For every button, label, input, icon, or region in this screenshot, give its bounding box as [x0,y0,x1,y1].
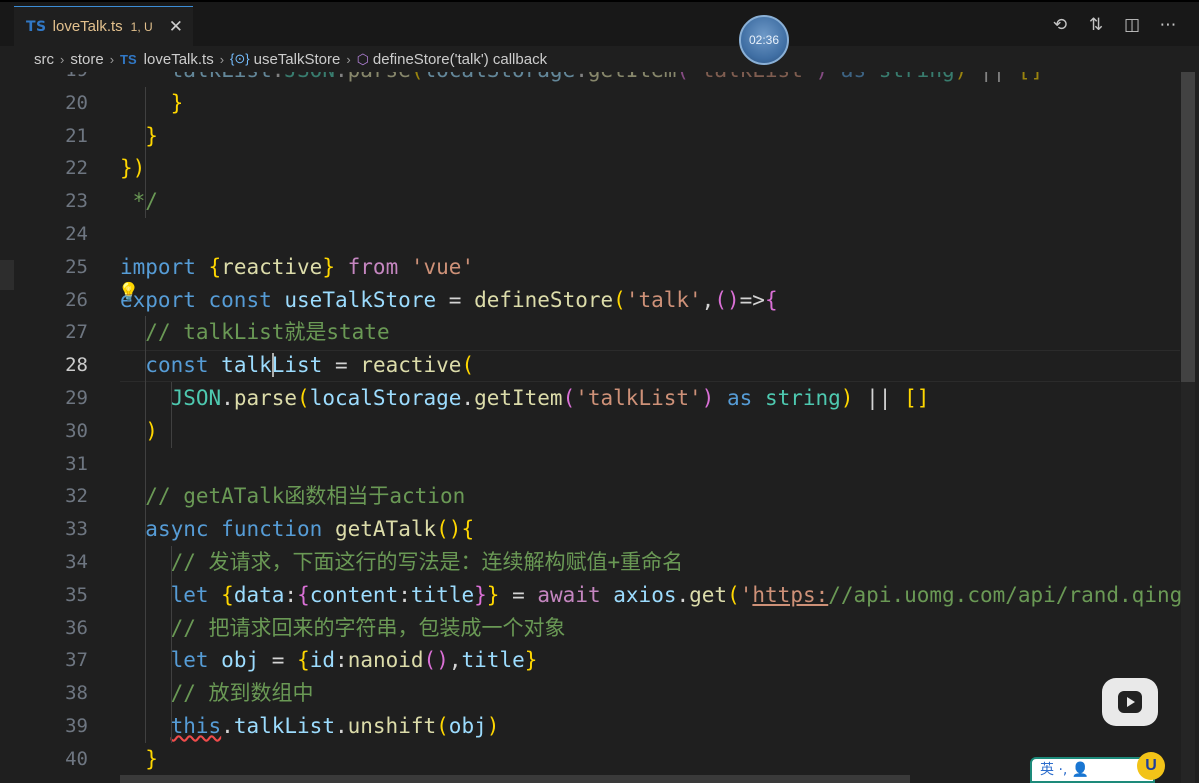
code-line[interactable]: let {data:{content:title}} = await axios… [120,579,1190,612]
code-line[interactable]: this.talkList.unshift(obj) [120,710,500,743]
breadcrumb-file[interactable]: loveTalk.ts [144,51,214,68]
line-number: 23 [65,190,88,213]
lightbulb-icon[interactable]: 💡 [118,282,139,302]
line-number: 32 [65,485,88,508]
code-line[interactable]: ) [120,415,158,448]
line-number: 22 [65,157,88,180]
scrollbar-thumb[interactable] [1181,72,1195,382]
code-line[interactable]: let obj = {id:nanoid(),title} [120,644,538,677]
indent-guide [144,316,146,743]
code-line[interactable]: } [120,120,158,153]
code-line[interactable]: talkList:JSON.parse(localStorage.getItem… [120,72,1044,87]
line-number-gutter: 19 20 21 22 23 24 25 26 27 28 29 30 31 32 33 34 35 36 37 38… [0,72,110,783]
code-line[interactable]: import {reactive} from 'vue' [120,251,474,284]
editor-actions: ⟲ ⇅ ◫ ⋯ [1049,14,1179,36]
ime-indicator[interactable]: 英 ·, 👤 [1030,757,1155,783]
variable-symbol-icon: {⊙} [230,51,250,66]
code-line[interactable]: // 发请求，下面这行的写法是：连续解构赋值+重命名 [120,546,684,579]
breadcrumb: src › store › TS loveTalk.ts › {⊙} useTa… [0,46,1199,72]
indent-guide [171,546,172,743]
chevron-right-icon: › [346,51,351,67]
line-number: 26 [65,288,88,311]
horizontal-scrollbar[interactable] [120,775,910,783]
indent-guide [144,86,146,218]
typescript-icon: TS [26,18,47,35]
breadcrumb-src[interactable]: src [34,51,54,68]
line-number: 29 [65,387,88,409]
tab-status: 1, U [130,19,153,34]
line-number: 39 [65,715,88,737]
indent-guide [171,382,172,448]
line-number: 36 [65,616,88,639]
timeline-icon[interactable]: ⟲ [1049,14,1071,36]
code-line[interactable]: */ [120,185,158,218]
line-number: 35 [65,583,88,606]
chevron-right-icon: › [109,51,115,67]
tab-filename: loveTalk.ts [52,18,123,35]
line-number: 31 [65,452,88,475]
line-number: 34 [65,551,88,573]
chevron-right-icon: › [60,51,65,67]
code-line[interactable]: // talkList就是state [120,316,389,349]
line-number: 24 [65,223,88,245]
line-number: 38 [65,682,88,705]
close-icon[interactable]: ✕ [169,17,183,37]
code-line[interactable]: // 放到数组中 [120,677,314,710]
breadcrumb-symbol[interactable]: useTalkStore [254,51,341,68]
code-line[interactable]: // getATalk函数相当于action [120,480,465,513]
tab-lovetalk[interactable]: TS loveTalk.ts 1, U ✕ [14,6,193,46]
line-number: 25 [65,255,88,278]
editor-tab-bar: TS loveTalk.ts 1, U ✕ ⟲ ⇅ ◫ ⋯ [0,0,1199,46]
text-cursor [271,353,274,378]
typescript-icon: TS [120,51,137,67]
line-number: 28 [65,354,88,377]
line-number: 19 [8,72,88,87]
line-number: 21 [65,124,88,147]
line-number: 33 [65,518,88,541]
uo-badge: U [1137,752,1165,780]
line-number: 20 [65,91,88,114]
code-line[interactable]: } [120,87,184,120]
more-actions-icon[interactable]: ⋯ [1157,14,1179,36]
code-line[interactable]: } [120,743,158,776]
code-line[interactable]: }) [120,152,145,185]
recording-timer: 02:36 [739,15,789,65]
line-number: 37 [65,649,88,672]
split-editor-icon[interactable]: ◫ [1121,14,1143,36]
timer-text: 02:36 [748,33,780,47]
code-line[interactable]: async function getATalk(){ [120,513,474,546]
breadcrumb-callback[interactable]: defineStore('talk') callback [373,51,547,68]
code-line[interactable]: export const useTalkStore = defineStore(… [120,284,778,317]
code-editor[interactable]: 19 20 21 22 23 24 25 26 27 28 29 30 31 32 33 34 35 36 37 38… [0,72,1199,783]
play-icon[interactable] [1102,678,1158,726]
chevron-right-icon: › [219,51,225,67]
line-number: 40 [65,747,88,770]
source-control-icon[interactable]: ⇅ [1085,14,1107,36]
breadcrumb-store[interactable]: store [70,51,103,68]
line-number: 30 [65,419,88,442]
code-line[interactable]: JSON.parse(localStorage.getItem('talkLis… [120,382,930,415]
code-line[interactable]: const talkList = reactive( [120,349,474,382]
method-symbol-icon: ⬡ [356,50,369,67]
code-area[interactable]: talkList:JSON.parse(localStorage.getItem… [120,72,1190,783]
line-number: 27 [65,321,88,344]
code-line[interactable]: // 把请求回来的字符串，包装成一个对象 [120,612,566,645]
